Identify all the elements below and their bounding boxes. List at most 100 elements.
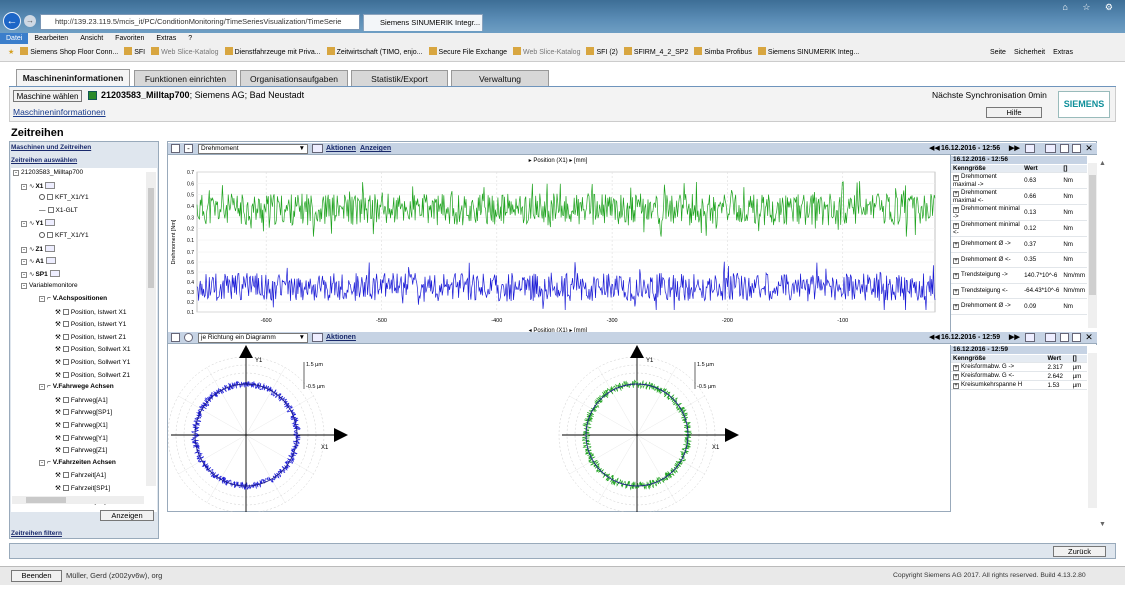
maximize-icon[interactable] xyxy=(1072,333,1081,342)
favorite-link[interactable]: SFI (2) xyxy=(586,44,618,61)
table-row[interactable]: + Drehmoment minimal -> 0.13 Nm xyxy=(951,204,1087,221)
tab-verwaltung[interactable]: Verwaltung xyxy=(451,70,549,87)
tree-hscroll-thumb[interactable] xyxy=(26,497,66,503)
logout-button[interactable]: Beenden xyxy=(11,570,62,582)
menu-item[interactable]: ? xyxy=(182,33,198,44)
tree-item[interactable]: - ⌐ V.Achspositionen xyxy=(39,295,107,302)
tab-maschineninformationen[interactable]: Maschineninformationen xyxy=(16,69,130,87)
radio-icon[interactable] xyxy=(184,333,193,342)
radio-icon[interactable] xyxy=(39,232,45,238)
tree-item[interactable]: — X1-GLT xyxy=(39,206,78,214)
export-icon[interactable] xyxy=(312,144,323,153)
expand-icon[interactable]: + xyxy=(953,273,959,280)
tree-item[interactable]: - ∿Y1 xyxy=(21,219,56,228)
table-row[interactable]: + Kreisumkehrspanne H 1.53 µm xyxy=(951,380,1087,390)
actions-link[interactable]: Aktionen xyxy=(326,332,356,344)
favorite-link[interactable]: SFI xyxy=(124,44,145,61)
expand-icon[interactable]: + xyxy=(953,288,959,295)
tree-item[interactable]: KFT_X1/Y1 xyxy=(39,232,89,239)
tree-item[interactable]: - ∿A1 xyxy=(21,257,56,266)
show-link[interactable]: Anzeigen xyxy=(360,143,391,155)
checkbox-icon[interactable] xyxy=(62,422,69,428)
checkbox-icon[interactable] xyxy=(62,308,69,315)
maximize-icon[interactable] xyxy=(1072,144,1081,153)
tree-item[interactable]: -21203583_Milltap700 xyxy=(13,169,83,176)
radio-icon[interactable] xyxy=(39,194,45,201)
favorite-link[interactable]: Web Slice-Katalog xyxy=(513,44,580,61)
checkbox-icon[interactable] xyxy=(62,321,69,328)
table-row[interactable]: + Drehmoment maximal -> 0.63 Nm xyxy=(951,172,1087,189)
first-page-icon[interactable]: ◀◀ xyxy=(929,143,940,155)
expand-icon[interactable]: + xyxy=(953,383,959,389)
export-icon[interactable] xyxy=(312,333,323,342)
favorite-link[interactable]: Simba Profibus xyxy=(694,44,752,61)
checkbox-icon[interactable] xyxy=(62,434,69,441)
expand-icon[interactable]: + xyxy=(953,304,959,311)
diagram-mode-select[interactable]: je Richtung ein Diagramm ▼ xyxy=(198,333,308,343)
table-row[interactable]: + Trendsteigung -> 140.7*10^-6 Nm/mm xyxy=(951,267,1087,284)
actions-link[interactable]: Aktionen xyxy=(326,143,356,155)
favorite-link[interactable]: Siemens Shop Floor Conn... xyxy=(20,44,118,61)
tree-item[interactable]: - Variablemonitore xyxy=(21,282,78,290)
tree-item[interactable]: - ⌐ V.Fahrzeiten Achsen xyxy=(39,459,116,466)
ie-tool-menu[interactable]: Seite xyxy=(990,49,1006,56)
table-scrollbar[interactable] xyxy=(1088,163,1097,328)
back-button[interactable]: Zurück xyxy=(1053,546,1106,557)
close-icon[interactable]: ✕ xyxy=(1084,143,1094,154)
checkbox-icon[interactable] xyxy=(47,194,53,201)
checkbox-icon[interactable] xyxy=(47,206,54,213)
tab-organisationsaufgaben[interactable]: Organisationsaufgaben xyxy=(240,70,348,87)
breadcrumb[interactable]: Maschineninformationen xyxy=(13,107,106,117)
menu-item[interactable]: Extras xyxy=(150,33,182,44)
table-row[interactable]: + Drehmoment Ø -> 0.09 Nm xyxy=(951,298,1087,315)
tree-item[interactable]: - ∿SP1 xyxy=(21,269,60,278)
window-controls-icon[interactable]: ⌂ ☆ ⚙ xyxy=(1062,2,1119,13)
tree-item[interactable]: ⚒ Position, Istwert Z1 xyxy=(55,333,126,341)
expand-icon[interactable]: - xyxy=(39,296,45,302)
browser-tab[interactable]: Siemens SINUMERIK Integr... xyxy=(363,14,483,31)
tree-item[interactable]: ⚒ Position, Sollwert X1 xyxy=(55,345,130,353)
checkbox-icon[interactable] xyxy=(62,409,69,416)
next-page-icon[interactable]: ▶▶ xyxy=(1009,143,1020,155)
checkbox-icon[interactable] xyxy=(62,447,69,454)
expand-icon[interactable]: + xyxy=(953,257,959,264)
tree-item[interactable]: ⚒ Fahrweg[X1] xyxy=(55,421,108,429)
table-row[interactable]: + Trendsteigung <- -64.43*10^-6 Nm/mm xyxy=(951,283,1087,299)
checkbox-icon[interactable] xyxy=(62,359,69,365)
table-row[interactable]: + Drehmoment Ø <- 0.35 Nm xyxy=(951,252,1087,268)
measurement-select[interactable]: Drehmoment ▼ xyxy=(198,144,308,154)
checkbox-icon[interactable] xyxy=(62,346,69,353)
tab-funktionen-einrichten[interactable]: Funktionen einrichten xyxy=(134,70,237,87)
table-scrollbar[interactable] xyxy=(1088,353,1097,508)
tree-scrollbar[interactable] xyxy=(146,172,156,486)
favorite-link[interactable]: Zeitwirtschaft (TIMO, enjo... xyxy=(326,44,423,61)
tree-item[interactable]: ⚒ Fahrweg[Z1] xyxy=(55,446,107,454)
expand-icon[interactable]: + xyxy=(953,374,959,380)
swap-icon[interactable] xyxy=(1025,333,1035,342)
checkbox-icon[interactable] xyxy=(62,333,69,340)
tree-item[interactable]: ⚒ Fahrzeit[A1] xyxy=(55,471,106,479)
tree-item[interactable]: ⚒ Fahrweg[Y1] xyxy=(55,434,108,442)
expand-icon[interactable]: - xyxy=(39,459,45,466)
minimize-icon[interactable] xyxy=(1060,144,1069,153)
tab-statistik-export[interactable]: Statistik/Export xyxy=(351,70,448,87)
expand-icon[interactable]: - xyxy=(39,384,45,391)
favorite-link[interactable]: Web Slice-Katalog xyxy=(151,44,219,61)
tree-item[interactable]: ⚒ Position, Istwert X1 xyxy=(55,308,126,316)
tree-item[interactable]: - ∿X1 xyxy=(21,181,56,190)
address-bar[interactable]: http://139.23.119.5/mcis_it/PC/Condition… xyxy=(40,14,360,30)
favorite-link[interactable]: SFIRM_4_2_SP2 xyxy=(623,44,688,61)
expand-icon[interactable]: - xyxy=(21,283,27,290)
menu-item[interactable]: Favoriten xyxy=(109,33,150,44)
table-row[interactable]: + Drehmoment Ø -> 0.37 Nm xyxy=(951,236,1087,253)
tree-scroll-thumb[interactable] xyxy=(148,188,154,288)
machines-series-link[interactable]: Maschinen und Zeitreihen xyxy=(11,144,91,151)
favorite-link[interactable]: Secure File Exchange xyxy=(428,44,507,61)
swap-icon[interactable] xyxy=(1025,144,1035,153)
help-button[interactable]: Hilfe xyxy=(986,107,1042,118)
filter-series-link[interactable]: Zeitreihen filtern xyxy=(11,530,62,537)
export-icon[interactable] xyxy=(1045,333,1056,342)
tree-item[interactable]: ⚒ Fahrzeit[SP1] xyxy=(55,484,110,492)
tree-item[interactable]: ⚒ Position, Sollwert Y1 xyxy=(55,358,130,366)
table-row[interactable]: + Drehmoment maximal <- 0.66 Nm xyxy=(951,188,1087,205)
